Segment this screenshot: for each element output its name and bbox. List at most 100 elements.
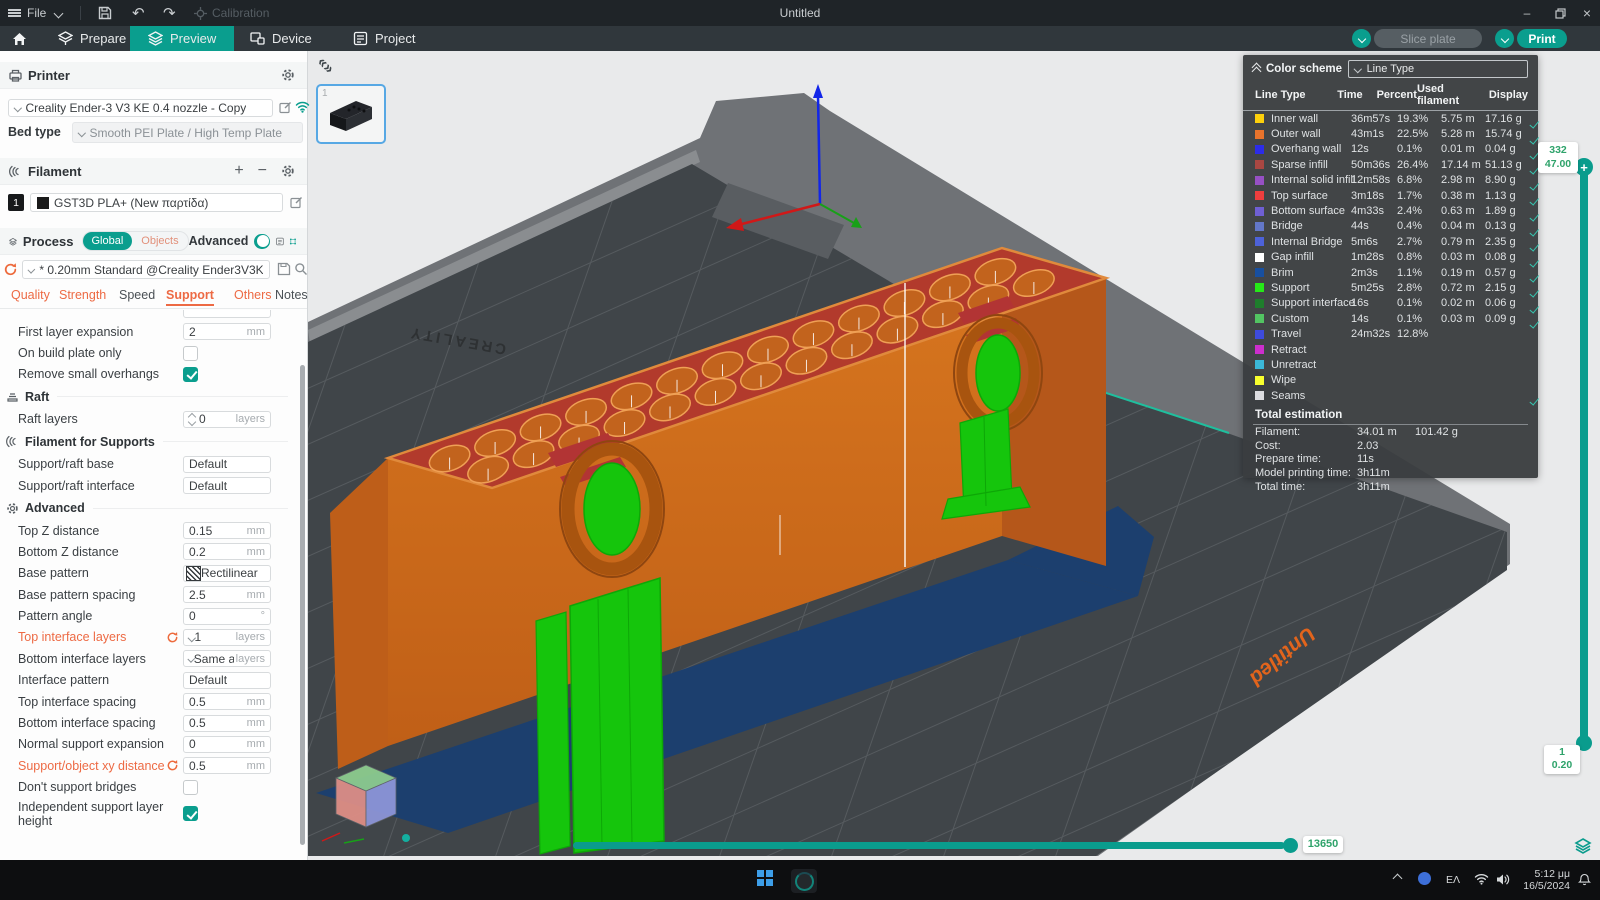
plate-thumbnail[interactable]: 1	[316, 84, 386, 144]
main-nav-bar: Prepare Preview Device Project Slice plate …	[0, 26, 1600, 51]
advanced-toggle[interactable]	[254, 233, 271, 249]
setting-label: Interface pattern	[18, 673, 110, 688]
preset-select[interactable]: * 0.20mm Standard @Creality Ender3V3KE	[22, 260, 270, 279]
setting-row: Top Z distance 0.15 mm	[0, 520, 296, 541]
undo-button[interactable]: ↶	[132, 0, 145, 26]
edit-filament-icon[interactable]	[290, 196, 303, 209]
setting-row: Interface pattern Default	[0, 670, 296, 691]
clock[interactable]: 5:12 μμ 16/5/2024	[1518, 868, 1570, 892]
search-settings-icon[interactable]	[294, 262, 308, 276]
prepare-icon	[58, 31, 73, 45]
legend-row-internal-bridge: Internal Bridge 5m6s 2.7% 0.79 m 2.35 g	[1243, 234, 1538, 249]
setting-input[interactable]: Default	[183, 671, 271, 689]
setting-input[interactable]: 2 mm	[183, 323, 271, 341]
slice-options-chevron[interactable]	[1352, 29, 1371, 48]
setting-input[interactable]: 0.15 mm	[183, 522, 271, 540]
reset-preset-icon[interactable]	[3, 262, 18, 277]
line-type-color-swatch	[1255, 268, 1264, 278]
setting-label: Raft layers	[18, 412, 78, 427]
structure-view-icon[interactable]	[289, 235, 297, 248]
scope-objects[interactable]: Objects	[132, 232, 187, 250]
slicer-app-taskbar-button[interactable]	[791, 869, 817, 893]
reset-setting-icon[interactable]	[166, 631, 179, 644]
tray-app-icon[interactable]	[1418, 872, 1431, 885]
print-button[interactable]: Print	[1517, 29, 1567, 48]
wifi-icon[interactable]	[295, 100, 310, 113]
tray-wifi-icon[interactable]	[1474, 873, 1489, 885]
reset-setting-icon[interactable]	[166, 759, 179, 772]
file-menu[interactable]: File	[8, 0, 46, 26]
printer-settings-gear-icon[interactable]	[281, 68, 295, 82]
setting-dropdown[interactable]: Same aslayers	[183, 650, 271, 668]
setting-checkbox[interactable]	[183, 806, 198, 822]
filament-select[interactable]: GST3D PLA+ (New παρτίδα)	[30, 193, 283, 212]
setting-input[interactable]: 0.5 mm	[183, 693, 271, 711]
tray-expand-button[interactable]	[1392, 873, 1403, 884]
nav-tab-project[interactable]: Project	[335, 26, 433, 51]
process-tab-support[interactable]: Support	[166, 288, 214, 306]
tray-volume-icon[interactable]	[1496, 873, 1510, 886]
setting-checkbox[interactable]	[183, 366, 198, 382]
view-mode-select[interactable]: Line Type	[1348, 60, 1528, 78]
start-button[interactable]	[757, 870, 773, 886]
home-button[interactable]	[0, 26, 39, 51]
save-preset-icon[interactable]	[277, 262, 291, 276]
setting-input[interactable]: 0 °	[183, 607, 271, 625]
setting-input[interactable]: 0 mm	[183, 735, 271, 753]
setting-input[interactable]: 2.5 mm	[183, 586, 271, 604]
close-button[interactable]: ×	[1572, 0, 1600, 26]
notification-bell-icon[interactable]	[1578, 873, 1591, 886]
add-filament-button[interactable]: +	[234, 162, 243, 180]
setting-input[interactable]: 0.2 mm	[183, 543, 271, 561]
setting-dropdown[interactable]: 1 layers	[183, 628, 271, 646]
layers-icon[interactable]	[1574, 838, 1592, 854]
setting-pattern-select[interactable]: Rectilinear	[183, 564, 271, 582]
file-menu-chevron[interactable]	[53, 0, 64, 26]
save-button[interactable]	[98, 0, 112, 26]
list-view-icon[interactable]	[276, 235, 284, 248]
scope-toggle[interactable]: Global Objects	[81, 231, 189, 251]
filament-settings-gear-icon[interactable]	[281, 164, 295, 178]
remove-filament-button[interactable]: −	[258, 162, 267, 180]
setting-spinner[interactable]: 0 layers	[183, 410, 271, 428]
sidebar-scrollbar[interactable]	[300, 365, 305, 845]
print-options-chevron[interactable]	[1495, 29, 1514, 48]
minimize-button[interactable]: –	[1512, 0, 1542, 26]
setting-label: Bottom interface spacing	[18, 716, 156, 731]
setting-row: Support/raft interface Default	[0, 475, 296, 496]
language-indicator[interactable]: ΕΛ	[1446, 874, 1460, 886]
collapse-legend-icon[interactable]	[1251, 62, 1262, 76]
setting-checkbox[interactable]	[183, 345, 198, 361]
slice-plate-button[interactable]: Slice plate	[1374, 29, 1482, 48]
process-tab-speed[interactable]: Speed	[119, 288, 155, 302]
line-type-color-swatch	[1255, 252, 1264, 262]
setting-input[interactable]	[183, 310, 271, 318]
restore-button[interactable]	[1545, 0, 1575, 26]
process-tab-notes[interactable]: Notes	[275, 288, 308, 302]
process-tab-strength[interactable]: Strength	[59, 288, 106, 302]
moves-slider-handle[interactable]	[1283, 838, 1298, 853]
nav-tab-preview[interactable]: Preview	[130, 26, 235, 51]
settings-group-raft: Raft	[0, 385, 296, 409]
setting-input[interactable]: 0.5 mm	[183, 714, 271, 732]
printer-section-header: Printer	[0, 62, 307, 89]
scope-global[interactable]: Global	[82, 232, 133, 250]
printer-select[interactable]: Creality Ender-3 V3 KE 0.4 nozzle - Copy	[8, 99, 273, 117]
setting-input[interactable]: Default	[183, 477, 271, 495]
edit-printer-icon[interactable]	[279, 101, 292, 114]
redo-button[interactable]: ↷	[163, 0, 176, 26]
spinner-arrows-icon[interactable]	[187, 412, 197, 427]
setting-input[interactable]: Default	[183, 455, 271, 473]
process-tab-others[interactable]: Others	[234, 288, 272, 302]
nav-tab-device[interactable]: Device	[232, 26, 330, 51]
calibration-button[interactable]: Calibration	[194, 0, 269, 26]
nav-tab-prepare[interactable]: Prepare	[40, 26, 144, 51]
setting-label: Support/object xy distance	[18, 758, 165, 773]
setting-input[interactable]: 0.5 mm	[183, 757, 271, 775]
setting-checkbox[interactable]	[183, 779, 198, 795]
bed-type-select[interactable]: Smooth PEI Plate / High Temp Plate	[72, 122, 303, 143]
filament-color-swatch[interactable]	[37, 196, 49, 209]
process-tab-quality[interactable]: Quality	[11, 288, 50, 302]
moves-slider-track[interactable]	[573, 842, 1285, 849]
layer-slider-track[interactable]	[1580, 166, 1588, 743]
